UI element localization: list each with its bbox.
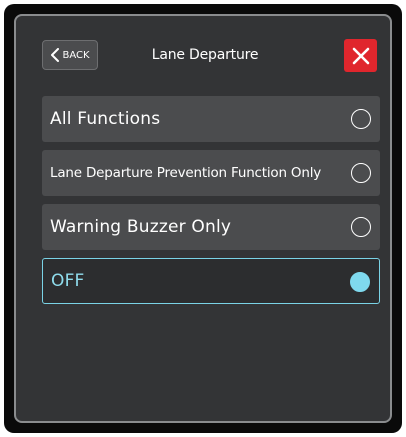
back-button[interactable]: BACK <box>42 40 98 70</box>
option-label: All Functions <box>50 109 161 129</box>
radio-button[interactable] <box>351 217 371 237</box>
option-label: Warning Buzzer Only <box>50 217 232 237</box>
option-warning-buzzer-only[interactable]: Warning Buzzer Only <box>42 204 380 250</box>
option-prevention-only[interactable]: Lane Departure Prevention Function Only <box>42 150 380 196</box>
option-all-functions[interactable]: All Functions <box>42 96 380 142</box>
lane-departure-dialog: BACK Lane Departure All Functions Lane D… <box>14 14 392 423</box>
option-off[interactable]: OFF <box>42 258 380 304</box>
dialog-header: BACK Lane Departure <box>16 16 390 86</box>
close-icon <box>352 47 369 64</box>
radio-button-selected[interactable] <box>350 272 370 292</box>
page-title: Lane Departure <box>151 47 259 63</box>
chevron-left-icon <box>51 48 60 62</box>
radio-button[interactable] <box>351 163 371 183</box>
option-label: OFF <box>51 271 85 291</box>
back-label: BACK <box>62 49 90 61</box>
radio-button[interactable] <box>351 109 371 129</box>
option-label: Lane Departure Prevention Function Only <box>50 165 322 181</box>
device-bezel: BACK Lane Departure All Functions Lane D… <box>4 4 402 433</box>
close-button[interactable] <box>344 39 377 72</box>
option-list: All Functions Lane Departure Prevention … <box>42 96 380 312</box>
